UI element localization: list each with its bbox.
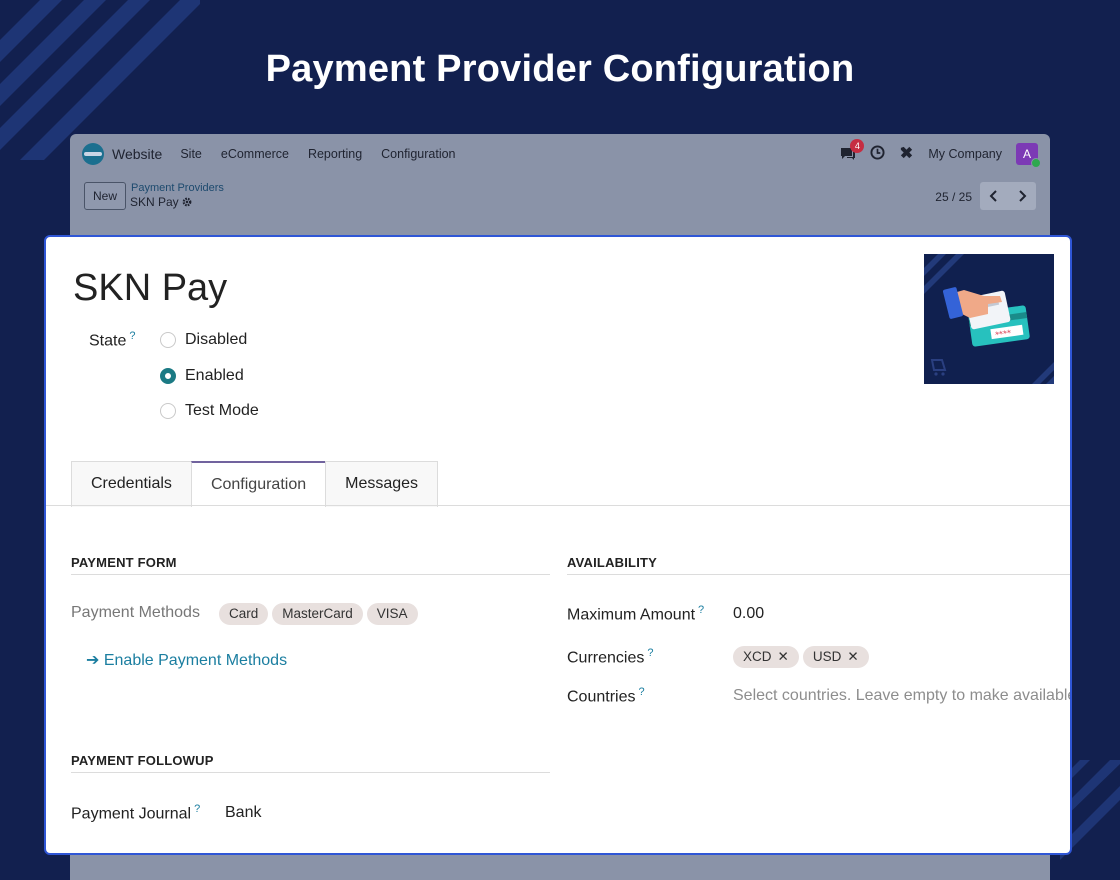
provider-form-card: SKN Pay State? Disabled Enabled Test Mod… <box>44 235 1072 855</box>
chevron-left-icon <box>989 190 997 202</box>
currency-tag-label: USD <box>812 649 842 664</box>
help-icon[interactable]: ? <box>129 330 135 342</box>
payment-journal-value[interactable]: Bank <box>225 804 261 822</box>
state-option-label: Disabled <box>185 331 248 348</box>
menu-ecommerce[interactable]: eCommerce <box>221 147 289 161</box>
state-option-test-mode[interactable]: Test Mode <box>160 402 259 420</box>
currencies-label-text: Currencies <box>567 649 645 667</box>
gear-icon[interactable] <box>182 197 192 207</box>
payment-card-hand-icon: **** <box>924 254 1054 384</box>
payment-journal-label-text: Payment Journal <box>71 805 192 823</box>
menu-site[interactable]: Site <box>180 147 202 161</box>
menu-configuration[interactable]: Configuration <box>381 147 455 161</box>
breadcrumb-current: SKN Pay <box>130 195 192 209</box>
control-bar: New Payment Providers SKN Pay 25 / 25 <box>70 174 1050 224</box>
payment-method-tag[interactable]: Card <box>219 603 269 625</box>
pager-value: 25 / 25 <box>935 190 972 204</box>
radio-enabled[interactable] <box>160 368 176 384</box>
app-brand[interactable]: Website <box>112 146 162 162</box>
enable-payment-methods-label: Enable Payment Methods <box>103 652 288 669</box>
pager-previous-button[interactable] <box>980 182 1008 210</box>
state-option-disabled[interactable]: Disabled <box>160 331 247 349</box>
tools-icon[interactable] <box>899 145 914 163</box>
top-navbar: Website Site eCommerce Reporting Configu… <box>70 134 1050 174</box>
pager-next-button[interactable] <box>1008 182 1036 210</box>
section-payment-form: PAYMENT FORM <box>71 555 177 570</box>
radio-disabled[interactable] <box>160 332 176 348</box>
state-option-enabled[interactable]: Enabled <box>160 367 244 385</box>
remove-tag-icon[interactable]: ✕ <box>847 649 858 664</box>
tab-credentials[interactable]: Credentials <box>71 461 192 507</box>
countries-label: Countries? <box>567 686 645 706</box>
chevron-right-icon <box>1019 190 1027 202</box>
clock-icon[interactable] <box>870 145 885 163</box>
currencies-label: Currencies? <box>567 647 653 667</box>
menu-reporting[interactable]: Reporting <box>308 147 362 161</box>
section-divider <box>71 772 550 773</box>
record-title[interactable]: SKN Pay <box>73 267 227 310</box>
tab-messages[interactable]: Messages <box>325 461 439 507</box>
help-icon[interactable]: ? <box>638 686 644 698</box>
page-title: Payment Provider Configuration <box>265 48 855 90</box>
user-avatar[interactable]: A <box>1016 143 1041 168</box>
tab-configuration[interactable]: Configuration <box>190 461 327 507</box>
currencies-tags[interactable]: XCD ✕ USD ✕ <box>733 646 873 668</box>
arrow-right-icon: ➔ <box>86 652 100 669</box>
payment-method-tag[interactable]: MasterCard <box>272 603 363 625</box>
provider-image[interactable]: **** <box>924 254 1054 384</box>
section-availability: AVAILABILITY <box>567 555 658 570</box>
maximum-amount-label-text: Maximum Amount <box>567 606 696 624</box>
breadcrumb-current-label: SKN Pay <box>130 195 179 209</box>
currency-tag-label: XCD <box>743 649 772 664</box>
chat-badge: 4 <box>850 139 865 153</box>
maximum-amount-label: Maximum Amount? <box>567 604 704 624</box>
company-switcher[interactable]: My Company <box>928 147 1002 161</box>
help-icon[interactable]: ? <box>194 803 200 815</box>
section-divider <box>71 574 550 575</box>
chat-icon[interactable]: 4 <box>840 139 865 161</box>
maximum-amount-input[interactable]: 0.00 <box>733 605 764 623</box>
payment-methods-tags[interactable]: Card MasterCard VISA <box>219 603 422 625</box>
countries-input[interactable]: Select countries. Leave empty to make av… <box>733 687 1070 705</box>
payment-method-tag[interactable]: VISA <box>366 603 418 625</box>
remove-tag-icon[interactable]: ✕ <box>778 649 789 664</box>
state-label-text: State <box>89 332 127 350</box>
radio-test-mode[interactable] <box>160 403 176 419</box>
state-label: State? <box>89 330 135 350</box>
section-divider <box>567 574 1070 575</box>
payment-journal-label: Payment Journal? <box>71 803 200 823</box>
payment-methods-label: Payment Methods <box>71 604 200 621</box>
state-option-label: Test Mode <box>185 402 259 419</box>
enable-payment-methods-link[interactable]: ➔ Enable Payment Methods <box>86 650 287 670</box>
section-payment-followup: PAYMENT FOLLOWUP <box>71 753 214 768</box>
breadcrumb-parent[interactable]: Payment Providers <box>131 182 224 194</box>
currency-tag[interactable]: USD ✕ <box>802 646 869 668</box>
countries-label-text: Countries <box>567 688 636 706</box>
website-logo-icon[interactable] <box>82 143 104 165</box>
tab-bar: Credentials Configuration Messages <box>71 461 439 507</box>
new-button[interactable]: New <box>84 182 127 210</box>
state-option-label: Enabled <box>185 367 244 384</box>
help-icon[interactable]: ? <box>647 647 653 659</box>
currency-tag[interactable]: XCD ✕ <box>733 646 799 668</box>
help-icon[interactable]: ? <box>698 604 704 616</box>
tabs-divider <box>46 505 1070 506</box>
